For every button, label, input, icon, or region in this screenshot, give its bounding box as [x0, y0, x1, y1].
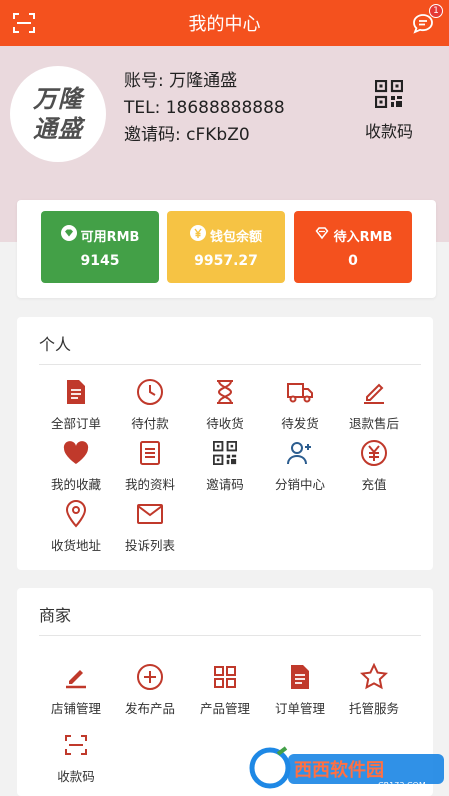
- qr-code-icon: [210, 438, 240, 468]
- menu-pending-receipt[interactable]: 待收货: [188, 377, 262, 432]
- account-info: 账号: 万隆通盛 TEL: 18688888888 邀请码: cFKbZ0: [124, 68, 285, 149]
- menu-order-manage[interactable]: 订单管理: [263, 662, 337, 717]
- receive-qr-label: 收款码: [364, 122, 413, 141]
- menu-label: 待发货: [281, 416, 319, 431]
- diamond-outline-icon: [314, 225, 330, 245]
- document-icon: [61, 377, 91, 407]
- menu-publish-product[interactable]: 发布产品: [113, 662, 187, 717]
- menu-label: 我的收藏: [50, 477, 101, 492]
- wallet-card-available[interactable]: 可用RMB 9145: [41, 211, 159, 283]
- logo-text-line2: 通盛: [33, 114, 83, 143]
- location-icon: [61, 499, 91, 529]
- yen-circle-icon: [359, 438, 389, 468]
- hourglass-icon: [210, 377, 240, 407]
- scan-icon[interactable]: [12, 11, 36, 35]
- top-bar: 我的中心 1: [0, 0, 449, 46]
- menu-label: 托管服务: [348, 701, 399, 716]
- menu-label: 收货地址: [50, 538, 101, 553]
- truck-icon: [285, 377, 315, 407]
- personal-section: 个人 全部订单 待付款 待收货 待发货 退款售后 我的收藏 我的资料 邀请码 分…: [17, 317, 433, 570]
- diamond-icon: [60, 225, 77, 245]
- page-title: 我的中心: [188, 14, 261, 35]
- wallet-label: 钱包余额: [209, 229, 262, 245]
- mail-icon: [135, 499, 165, 529]
- account-tel: TEL: 18688888888: [124, 98, 285, 118]
- watermark-text: 西西软件园: [294, 759, 384, 781]
- pencil-icon: [359, 377, 389, 407]
- scan-icon: [61, 730, 91, 760]
- menu-label: 发布产品: [124, 701, 175, 716]
- wallet-value: 9957.27: [194, 253, 258, 269]
- notification-badge: 1: [429, 4, 443, 18]
- wallet-card-pending[interactable]: 待入RMB 0: [294, 211, 412, 283]
- menu-complaints[interactable]: 投诉列表: [113, 499, 187, 554]
- menu-distribution[interactable]: 分销中心: [263, 438, 337, 493]
- menu-my-profile[interactable]: 我的资料: [113, 438, 187, 493]
- watermark-url: CR173.COM: [378, 781, 426, 790]
- menu-label: 订单管理: [274, 701, 325, 716]
- wallet-value: 0: [348, 253, 358, 269]
- menu-label: 退款售后: [348, 416, 399, 431]
- section-title: 个人: [39, 335, 72, 354]
- menu-product-manage[interactable]: 产品管理: [188, 662, 262, 717]
- menu-refund[interactable]: 退款售后: [337, 377, 411, 432]
- logo-text-line1: 万隆: [33, 84, 83, 113]
- invite-code: 邀请码: cFKbZ0: [124, 125, 250, 145]
- menu-label: 收款码: [57, 769, 95, 784]
- menu-label: 充值: [361, 477, 387, 492]
- menu-label: 待收货: [206, 416, 244, 431]
- menu-recharge[interactable]: 充值: [337, 438, 411, 493]
- wallet-panel: 可用RMB 9145 钱包余额 9957.27 待入RMB 0: [17, 200, 436, 298]
- wallet-label: 待入RMB: [333, 229, 393, 245]
- menu-invite-code[interactable]: 邀请码: [188, 438, 262, 493]
- user-add-icon: [285, 438, 315, 468]
- wallet-label: 可用RMB: [80, 229, 140, 245]
- wallet-card-balance[interactable]: 钱包余额 9957.27: [167, 211, 285, 283]
- clock-icon: [135, 377, 165, 407]
- qr-code-icon: [374, 79, 404, 112]
- menu-pending-payment[interactable]: 待付款: [113, 377, 187, 432]
- menu-label: 我的资料: [124, 477, 175, 492]
- menu-store-manage[interactable]: 店铺管理: [39, 662, 113, 717]
- menu-label: 投诉列表: [124, 538, 175, 553]
- plus-circle-icon: [135, 662, 165, 692]
- grid-icon: [210, 662, 240, 692]
- menu-label: 分销中心: [274, 477, 325, 492]
- menu-label: 产品管理: [199, 701, 250, 716]
- menu-hosting[interactable]: 托管服务: [337, 662, 411, 717]
- divider: [39, 364, 421, 365]
- menu-address[interactable]: 收货地址: [39, 499, 113, 554]
- profile-doc-icon: [135, 438, 165, 468]
- yen-coin-icon: [189, 225, 206, 245]
- watermark-logo: 西西软件园 CR173.COM: [248, 744, 448, 792]
- edit-icon: [61, 662, 91, 692]
- star-icon: [359, 662, 389, 692]
- account-name: 账号: 万隆通盛: [124, 71, 238, 91]
- menu-label: 店铺管理: [50, 701, 101, 716]
- menu-label: 待付款: [131, 416, 169, 431]
- receive-qr-button[interactable]: 收款码: [356, 79, 422, 142]
- divider: [39, 635, 421, 636]
- heart-icon: [61, 438, 91, 468]
- menu-all-orders[interactable]: 全部订单: [39, 377, 113, 432]
- section-title: 商家: [39, 606, 72, 625]
- menu-favorites[interactable]: 我的收藏: [39, 438, 113, 493]
- wallet-value: 9145: [80, 253, 120, 269]
- menu-receive-code[interactable]: 收款码: [39, 730, 113, 785]
- menu-pending-shipment[interactable]: 待发货: [263, 377, 337, 432]
- menu-label: 全部订单: [50, 416, 101, 431]
- avatar[interactable]: 万隆 通盛: [10, 66, 106, 162]
- menu-label: 邀请码: [206, 477, 244, 492]
- document-icon: [285, 662, 315, 692]
